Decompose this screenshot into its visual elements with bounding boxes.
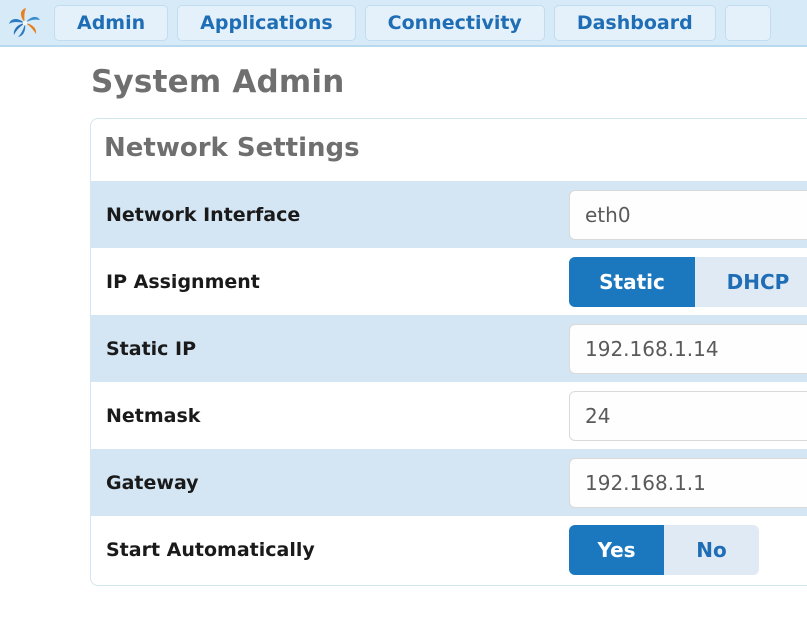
pinwheel-logo-icon[interactable] bbox=[6, 4, 44, 42]
netmask-input[interactable] bbox=[569, 390, 807, 441]
label-ip-assignment: IP Assignment bbox=[106, 270, 260, 293]
top-navigation-bar: Admin Applications Connectivity Dashboar… bbox=[0, 0, 807, 47]
nav-item-applications[interactable]: Applications bbox=[177, 4, 356, 41]
start-automatically-toggle: Yes No bbox=[569, 524, 759, 575]
nav-item-connectivity[interactable]: Connectivity bbox=[364, 4, 545, 41]
form-row-start-automatically: Start Automatically Yes No bbox=[91, 516, 807, 583]
panel-title: Network Settings bbox=[104, 133, 360, 163]
control-start-automatically: Yes No bbox=[569, 524, 807, 575]
ip-assignment-toggle: Static DHCP bbox=[569, 256, 807, 307]
control-network-interface bbox=[569, 189, 807, 240]
label-network-interface: Network Interface bbox=[106, 203, 301, 226]
form-row-gateway: Gateway bbox=[91, 449, 807, 516]
control-ip-assignment: Static DHCP bbox=[569, 256, 807, 307]
page-title: System Admin bbox=[91, 64, 345, 100]
label-netmask: Netmask bbox=[106, 404, 201, 427]
ip-assignment-option-static[interactable]: Static bbox=[569, 256, 695, 307]
static-ip-input[interactable] bbox=[569, 323, 807, 374]
nav-item-admin[interactable]: Admin bbox=[54, 4, 169, 41]
gateway-input[interactable] bbox=[569, 457, 807, 508]
form-row-netmask: Netmask bbox=[91, 382, 807, 449]
ip-assignment-option-dhcp[interactable]: DHCP bbox=[695, 256, 807, 307]
form-row-static-ip: Static IP bbox=[91, 315, 807, 382]
label-start-automatically: Start Automatically bbox=[106, 538, 315, 561]
nav-item-dashboard[interactable]: Dashboard bbox=[553, 4, 716, 41]
control-gateway bbox=[569, 457, 807, 508]
form-row-ip-assignment: IP Assignment Static DHCP bbox=[91, 248, 807, 315]
network-interface-input[interactable] bbox=[569, 189, 807, 240]
control-netmask bbox=[569, 390, 807, 441]
form-row-network-interface: Network Interface bbox=[91, 181, 807, 248]
label-static-ip: Static IP bbox=[106, 337, 197, 360]
network-settings-panel: Network Settings Network Interface IP As… bbox=[90, 118, 807, 586]
label-gateway: Gateway bbox=[106, 471, 199, 494]
nav-item-overflow[interactable] bbox=[724, 4, 771, 41]
start-automatically-option-no[interactable]: No bbox=[664, 524, 759, 575]
control-static-ip bbox=[569, 323, 807, 374]
start-automatically-option-yes[interactable]: Yes bbox=[569, 524, 664, 575]
